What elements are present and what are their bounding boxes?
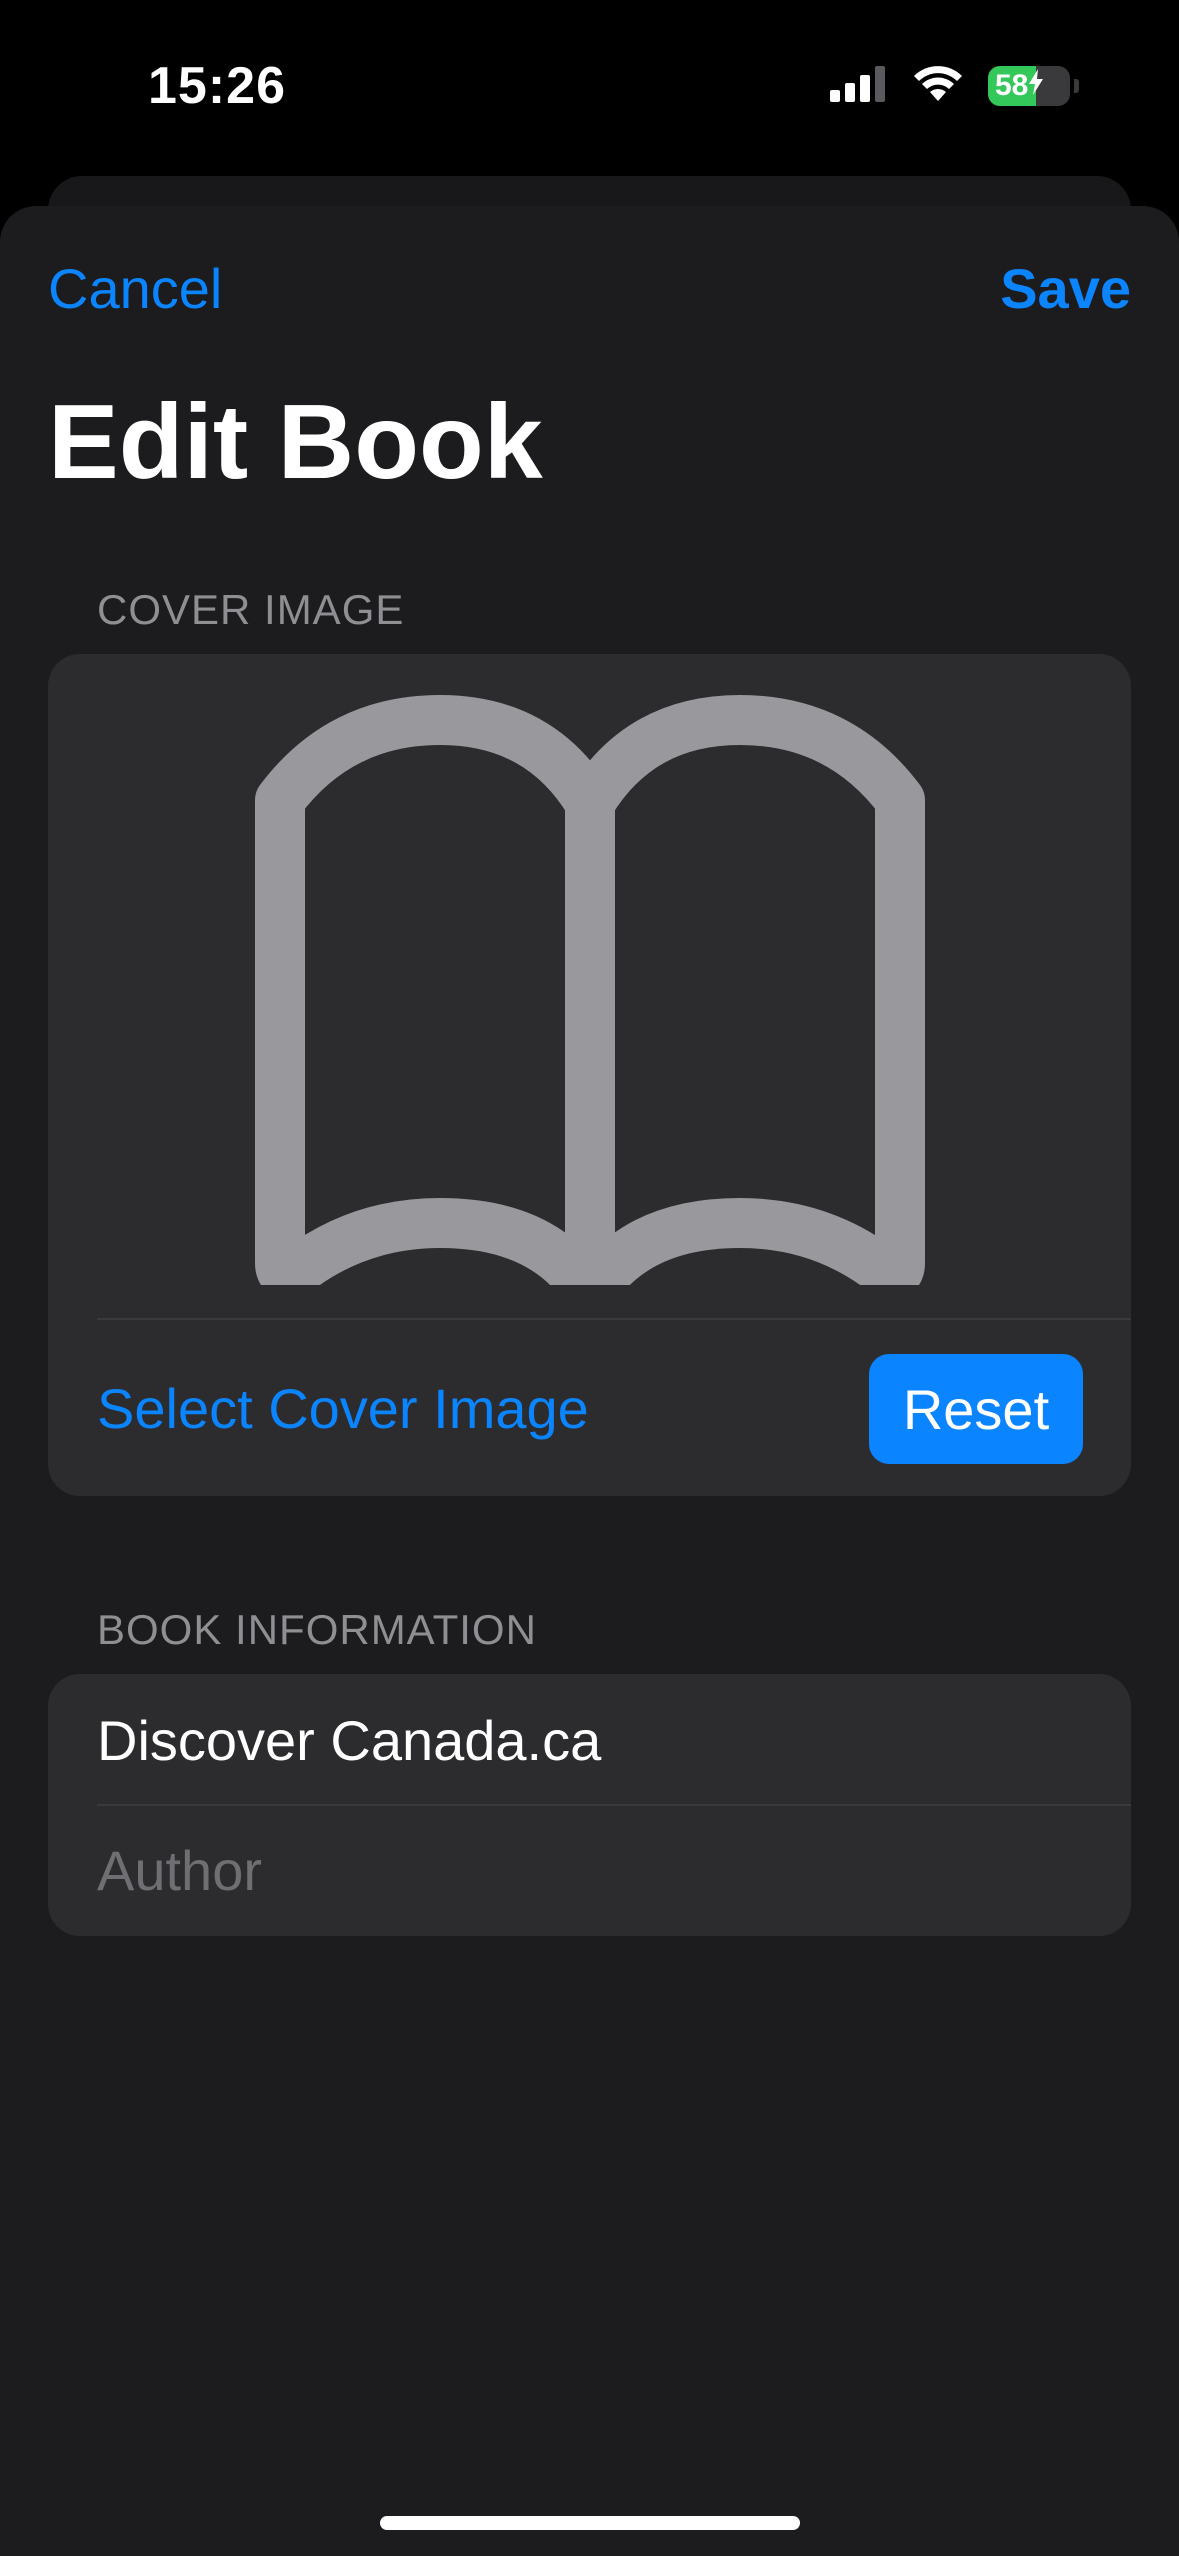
battery-indicator: 58	[988, 66, 1070, 106]
title-field[interactable]	[97, 1704, 1082, 1776]
page-title: Edit Book	[48, 383, 543, 501]
cover-divider	[97, 1318, 1131, 1320]
home-indicator[interactable]	[380, 2516, 800, 2530]
cover-section-header: COVER IMAGE	[97, 586, 405, 633]
battery-level: 58	[995, 69, 1029, 102]
cover-preview	[48, 654, 1131, 1320]
book-info-card	[48, 1674, 1131, 1936]
reset-button[interactable]: Reset	[869, 1354, 1083, 1464]
cover-image-card: Select Cover Image Reset	[48, 654, 1131, 1496]
book-open-icon	[230, 685, 950, 1308]
save-button[interactable]: Save	[1000, 256, 1131, 321]
status-icons: 58	[830, 62, 1079, 110]
wifi-icon	[912, 65, 964, 108]
cancel-button[interactable]: Cancel	[48, 256, 222, 321]
info-section-header: BOOK INFORMATION	[97, 1606, 537, 1653]
select-cover-image-button[interactable]: Select Cover Image	[97, 1376, 589, 1441]
battery-cap	[1074, 79, 1079, 93]
author-field[interactable]	[97, 1834, 1082, 1906]
status-time: 15:26	[148, 57, 286, 115]
screen: 15:26 58 Cancel Save Edit Book COVER IMA…	[0, 0, 1179, 2556]
info-divider	[97, 1804, 1131, 1806]
cellular-signal-icon	[830, 65, 888, 107]
charging-bolt-icon	[1028, 69, 1044, 103]
